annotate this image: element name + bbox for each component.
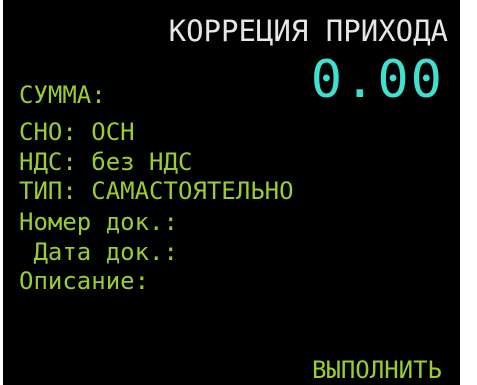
execute-button[interactable]: ВЫПОЛНИТЬ [312, 355, 442, 385]
nds-field[interactable]: НДС: без НДС [19, 147, 192, 177]
doc-number-field[interactable]: Номер док.: [19, 207, 178, 237]
sno-field[interactable]: СНО: ОСН [19, 117, 135, 147]
amount-value[interactable]: 0.00 [311, 48, 444, 112]
screen-title: КОРРЕЦИЯ ПРИХОДА [168, 14, 448, 48]
description-field[interactable]: Описание: [19, 266, 149, 296]
amount-label: СУММА: [19, 81, 106, 109]
correction-screen: КОРРЕЦИЯ ПРИХОДА СУММА: 0.00 СНО: ОСН НД… [3, 0, 460, 385]
doc-date-field[interactable]: Дата док.: [19, 237, 178, 267]
type-field[interactable]: ТИП: САМАСТОЯТЕЛЬНО [19, 176, 294, 206]
